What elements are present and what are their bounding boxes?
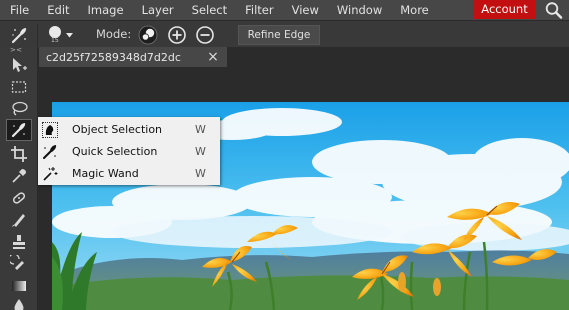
close-icon[interactable]: × [203,47,223,67]
brush-tool-icon[interactable] [6,209,32,231]
quick-selection-icon [42,144,58,160]
new-selection-icon[interactable] [138,25,158,45]
clone-stamp-tool-icon[interactable] [6,231,32,253]
refine-edge-button[interactable]: Refine Edge [238,25,320,45]
flyout-item-shortcut: W [195,145,206,158]
magic-wand-icon [42,166,58,182]
healing-brush-tool-icon[interactable] [6,187,32,209]
brush-size-value: 15 [51,37,59,44]
document-tab-bar: c2d25f72589348d7d2dc × [39,47,569,67]
flyout-item-magic-wand[interactable]: Magic Wand W [38,163,220,185]
object-selection-icon [42,122,58,138]
flyout-item-quick-selection[interactable]: Quick Selection W [38,141,220,163]
document-tab-label: c2d25f72589348d7d2dc [46,50,181,64]
tools-panel: > < [0,46,38,310]
menu-layer[interactable]: Layer [133,0,183,20]
move-tool-icon[interactable] [6,54,32,76]
menu-image[interactable]: Image [79,0,133,20]
gradient-tool-icon[interactable] [6,275,32,297]
mode-label: Mode: [96,27,132,41]
document-tab[interactable]: c2d25f72589348d7d2dc × [39,47,227,67]
history-brush-tool-icon[interactable] [6,253,32,275]
options-separator [37,24,38,46]
flyout-item-label: Magic Wand [72,167,139,180]
menu-edit[interactable]: Edit [38,0,78,20]
canvas-workspace[interactable] [39,67,569,310]
flyout-item-shortcut: W [195,167,206,180]
account-button[interactable]: Account [474,0,535,19]
brush-preset-picker[interactable]: 15 [46,24,76,46]
eyedropper-tool-icon[interactable] [6,165,32,187]
menu-view[interactable]: View [283,0,328,20]
blur-tool-icon[interactable] [6,295,32,310]
menu-filter[interactable]: Filter [236,0,282,20]
flyout-item-object-selection[interactable]: Object Selection W [38,119,220,141]
flyout-item-label: Object Selection [72,123,163,136]
menu-window[interactable]: Window [328,0,391,20]
menu-select[interactable]: Select [183,0,236,20]
flyout-item-shortcut: W [195,123,206,136]
quick-selection-icon[interactable] [10,25,30,45]
quick-selection-tool-icon[interactable] [6,119,32,141]
collapse-toolbar-button[interactable]: > < [10,46,22,54]
selection-tool-flyout: Object Selection W Quick Selection W Mag… [38,117,220,185]
crop-tool-icon[interactable] [6,143,32,165]
lasso-tool-icon[interactable] [6,98,32,120]
options-bar: 15 Mode: Refine Edge [0,20,569,47]
search-icon[interactable] [544,1,564,19]
marquee-tool-icon[interactable] [6,76,32,98]
subtract-from-selection-icon[interactable] [195,25,215,45]
flyout-item-label: Quick Selection [72,145,158,158]
menu-file[interactable]: File [0,0,38,20]
menu-more[interactable]: More [391,0,438,20]
add-to-selection-icon[interactable] [167,25,187,45]
menu-bar: File Edit Image Layer Select Filter View… [0,0,569,20]
